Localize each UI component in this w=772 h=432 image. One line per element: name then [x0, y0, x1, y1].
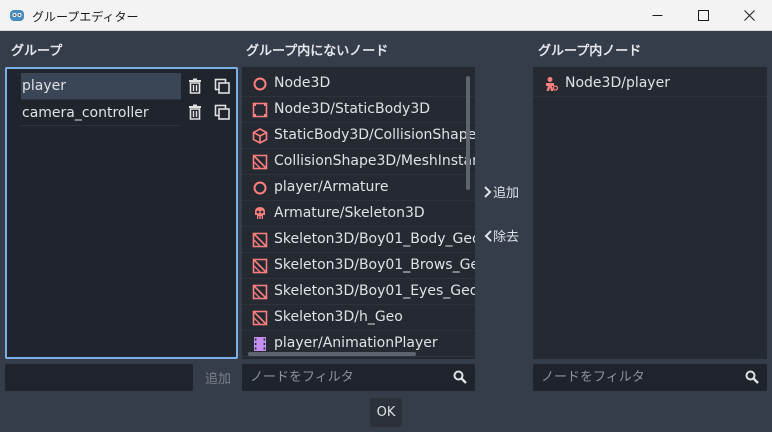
collisionshape3d-icon — [252, 128, 268, 144]
search-icon — [745, 370, 759, 384]
minimize-icon — [652, 15, 662, 16]
node-item[interactable]: Skeleton3D/Boy01_Brows_Geo — [242, 253, 475, 279]
node-label: Skeleton3D/h_Geo — [274, 309, 403, 325]
node-label: Node3D — [274, 75, 331, 91]
node-item[interactable]: Armature/Skeleton3D — [242, 201, 475, 227]
node-label: Node3D/StaticBody3D — [274, 101, 431, 117]
skeleton3d-icon — [255, 207, 265, 219]
node-item[interactable]: Skeleton3D/Boy01_Eyes_Geo — [242, 279, 475, 305]
characterbody3d-icon — [546, 77, 559, 91]
meshinstance3d-icon — [252, 284, 268, 300]
node-item[interactable]: Node3D/player — [533, 71, 767, 97]
node-item[interactable]: Skeleton3D/Boy01_Body_Geo — [242, 227, 475, 253]
node-item[interactable]: Node3D/StaticBody3D — [242, 97, 475, 123]
chevron-left-icon — [484, 229, 492, 242]
in-group-header: グループ内ノード — [538, 44, 642, 59]
group-item-player[interactable]: player — [21, 73, 181, 99]
nodes-not-in-group-list[interactable]: Node3D Node3D/StaticBody3D StaticBody3D/… — [242, 67, 475, 359]
node-label: Skeleton3D/Boy01_Eyes_Geo — [274, 283, 475, 299]
group-name: player — [22, 78, 67, 94]
add-to-group-label: 追加 — [493, 186, 520, 201]
node-label: StaticBody3D/CollisionShape3D — [274, 127, 475, 143]
node-item[interactable]: CollisionShape3D/MeshInstance3D — [242, 149, 475, 175]
groups-list[interactable]: player camera_controller — [5, 67, 238, 359]
node-label: Armature/Skeleton3D — [274, 205, 425, 221]
duplicate-icon[interactable] — [214, 104, 230, 120]
staticbody3d-icon — [252, 102, 268, 118]
godot-app-icon — [10, 10, 24, 21]
add-group-button[interactable]: 追加 — [198, 364, 238, 391]
node-label: Skeleton3D/Boy01_Brows_Geo — [274, 257, 475, 273]
meshinstance3d-icon — [252, 154, 268, 170]
node3d-icon — [253, 181, 267, 195]
new-group-field[interactable] — [5, 364, 203, 391]
meshinstance3d-icon — [252, 232, 268, 248]
animationplayer-icon — [254, 337, 266, 351]
maximize-button[interactable] — [680, 0, 726, 31]
node-item[interactable]: StaticBody3D/CollisionShape3D — [242, 123, 475, 149]
filter-not-in-group-input[interactable] — [250, 368, 440, 387]
divider — [21, 125, 181, 126]
vertical-scrollbar[interactable] — [466, 76, 470, 190]
not-in-group-header: グループ内にないノード — [246, 44, 389, 59]
new-group-input[interactable] — [13, 368, 203, 387]
minimize-button[interactable] — [634, 0, 680, 31]
window-titlebar: グループエディター — [0, 0, 772, 31]
node-item[interactable]: player/Armature — [242, 175, 475, 201]
node-label: player/AnimationPlayer — [274, 335, 438, 351]
meshinstance3d-icon — [252, 310, 268, 326]
node-label: CollisionShape3D/MeshInstance3D — [274, 153, 475, 169]
search-icon — [453, 370, 467, 384]
meshinstance3d-icon — [252, 258, 268, 274]
window-title: グループエディター — [32, 10, 139, 24]
nodes-in-group-list[interactable]: Node3D/player — [533, 67, 767, 359]
horizontal-scrollbar[interactable] — [248, 352, 416, 356]
group-item-camera-controller[interactable]: camera_controller — [21, 100, 181, 126]
close-button[interactable] — [726, 0, 772, 31]
maximize-icon — [697, 10, 709, 21]
node-label: Skeleton3D/Boy01_Body_Geo — [274, 231, 475, 247]
duplicate-icon[interactable] — [214, 78, 230, 94]
trash-icon[interactable] — [187, 104, 203, 120]
node-label: Node3D/player — [565, 75, 670, 91]
filter-in-group-input[interactable] — [541, 368, 731, 387]
remove-from-group-label: 除去 — [493, 230, 520, 245]
add-to-group-button[interactable]: 追加 — [483, 182, 519, 201]
chevron-right-icon — [484, 185, 492, 198]
remove-from-group-button[interactable]: 除去 — [483, 226, 519, 245]
close-icon — [743, 10, 755, 21]
filter-not-in-group-field[interactable] — [242, 364, 475, 391]
group-name: camera_controller — [22, 105, 149, 121]
node3d-icon — [253, 77, 267, 91]
groups-header: グループ — [11, 44, 63, 59]
node-label: player/Armature — [274, 179, 389, 195]
node-item[interactable]: Node3D — [242, 71, 475, 97]
trash-icon[interactable] — [187, 78, 203, 94]
filter-in-group-field[interactable] — [533, 364, 767, 391]
node-item[interactable]: Skeleton3D/h_Geo — [242, 305, 475, 331]
ok-button[interactable]: OK — [370, 398, 402, 427]
